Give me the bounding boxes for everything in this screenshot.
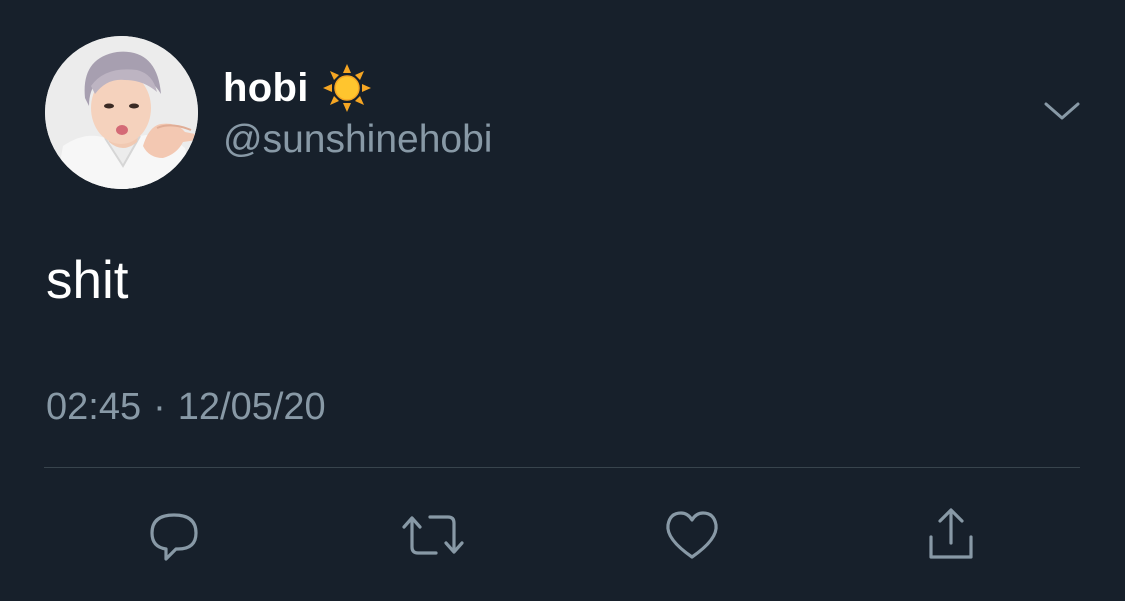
display-name[interactable]: hobi bbox=[223, 66, 309, 111]
display-name-row[interactable]: hobi bbox=[223, 62, 373, 114]
avatar[interactable] bbox=[45, 36, 198, 189]
reply-icon bbox=[150, 513, 198, 561]
avatar-photo bbox=[45, 36, 198, 189]
share-icon bbox=[929, 508, 973, 559]
like-icon bbox=[666, 511, 718, 559]
divider bbox=[44, 467, 1080, 468]
chevron-down-icon[interactable] bbox=[1042, 96, 1082, 126]
timestamp[interactable]: 02:45 · 12/05/20 bbox=[46, 386, 326, 429]
reply-button[interactable] bbox=[139, 500, 209, 570]
username-handle[interactable]: @sunshinehobi bbox=[223, 118, 492, 162]
tweet-date: 12/05/20 bbox=[177, 386, 326, 428]
tweet-card: hobi @sunshinehobi shit 02:45 · 12/05/20 bbox=[0, 0, 1125, 601]
retweet-icon bbox=[402, 515, 464, 555]
tweet-text: shit bbox=[46, 251, 129, 310]
tweet-time: 02:45 bbox=[46, 386, 142, 428]
timestamp-separator: · bbox=[153, 386, 166, 428]
sun-icon bbox=[322, 64, 371, 112]
retweet-button[interactable] bbox=[398, 500, 468, 570]
share-button[interactable] bbox=[916, 500, 986, 570]
like-button[interactable] bbox=[657, 500, 727, 570]
